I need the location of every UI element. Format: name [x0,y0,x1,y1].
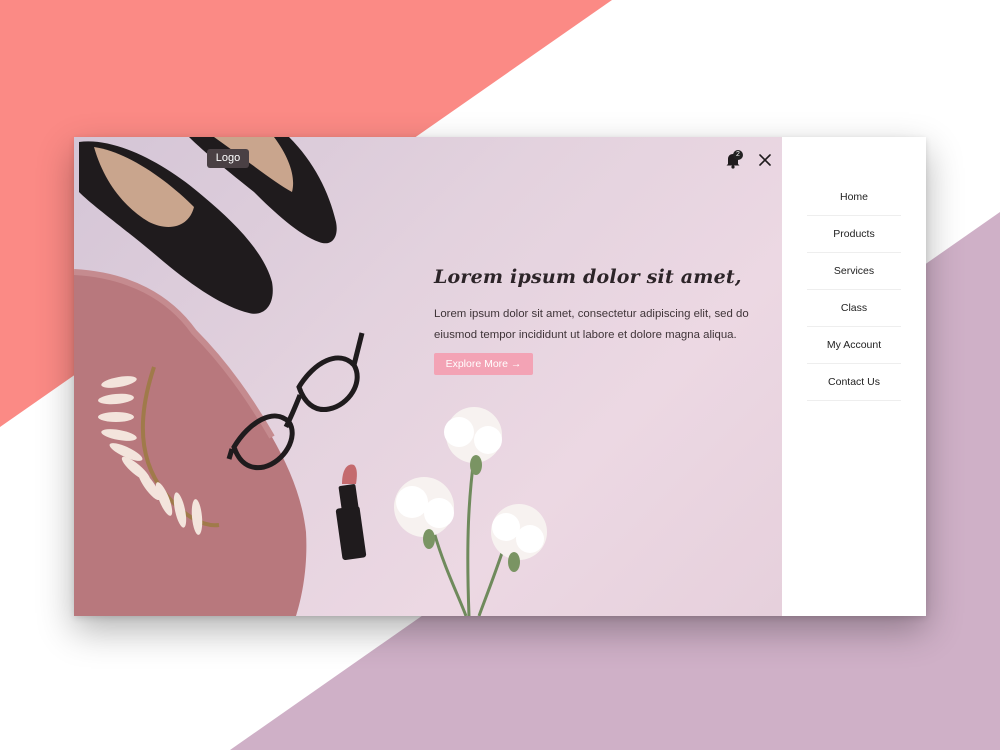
menu-item-class[interactable]: Class [782,290,926,327]
logo[interactable]: Logo [207,149,249,168]
hero-title: Lorem ipsum dolor sit amet, [434,266,742,288]
menu-item-services[interactable]: Services [782,253,926,290]
lipstick-image [335,464,367,561]
close-icon[interactable] [758,153,772,167]
side-menu: Home Products Services Class My Account … [782,137,926,616]
hero-illustration [74,137,547,616]
hero-description: Lorem ipsum dolor sit amet, consectetur … [434,308,749,341]
menu-item-home[interactable]: Home [782,179,926,216]
menu-list: Home Products Services Class My Account … [782,179,926,401]
app-window: Logo 2 Lorem ipsum dolor sit amet, Lorem… [74,137,926,616]
menu-item-products[interactable]: Products [782,216,926,253]
flowers-image [394,407,547,616]
notification-badge: 2 [733,150,743,160]
hero-section: Logo 2 Lorem ipsum dolor sit amet, Lorem… [74,137,782,616]
menu-item-my-account[interactable]: My Account [782,327,926,364]
explore-more-button[interactable]: Explore More → [434,353,533,375]
menu-item-contact-us[interactable]: Contact Us [782,364,926,401]
